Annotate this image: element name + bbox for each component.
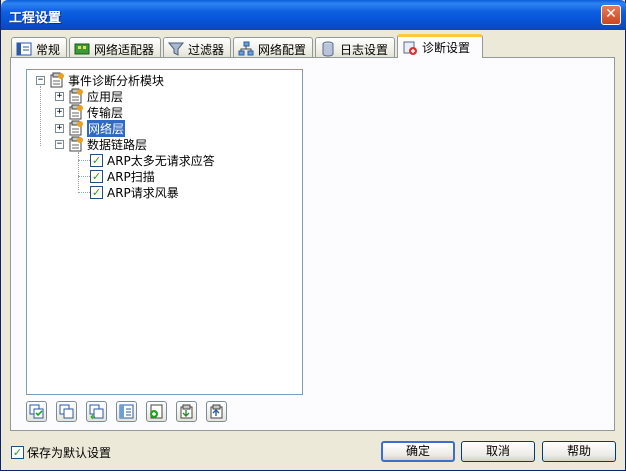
export-button[interactable] bbox=[206, 401, 227, 422]
tree-node-label: 传输层 bbox=[87, 105, 124, 120]
tab-network-adapter-label: 网络适配器 bbox=[94, 42, 155, 57]
tab-general[interactable]: 常规 bbox=[11, 37, 67, 58]
layer-icon bbox=[69, 120, 83, 136]
properties-icon bbox=[119, 404, 134, 419]
tree-leaf-label: ARP太多无请求应答 bbox=[107, 153, 215, 168]
help-button[interactable]: 帮助 bbox=[542, 441, 616, 462]
diagnosis-tree[interactable]: − 事件诊断分析模块 + 应用层 + 传输层 + 网络层 − 数据链路层 ✓ A… bbox=[26, 69, 303, 395]
tab-general-label: 常规 bbox=[36, 42, 61, 57]
tab-log-settings[interactable]: 日志设置 bbox=[315, 37, 395, 58]
close-button[interactable]: ✕ bbox=[601, 5, 621, 25]
add-icon bbox=[150, 404, 163, 419]
diagnosis-settings-panel: − 事件诊断分析模块 + 应用层 + 传输层 + 网络层 − 数据链路层 ✓ A… bbox=[10, 57, 615, 431]
save-as-default-option[interactable]: ✓ 保存为默认设置 bbox=[11, 444, 111, 461]
general-icon bbox=[16, 42, 32, 56]
tree-leaf-arp-storm[interactable]: ✓ ARP请求风暴 bbox=[90, 184, 179, 200]
tab-filter-label: 过滤器 bbox=[188, 42, 225, 57]
tree-connector bbox=[78, 192, 90, 193]
layer-icon bbox=[69, 88, 83, 104]
network-adapter-icon bbox=[74, 43, 90, 55]
tree-node-label: 应用层 bbox=[87, 89, 124, 104]
network-config-icon bbox=[238, 41, 254, 56]
tree-leaf-arp-no-reply[interactable]: ✓ ARP太多无请求应答 bbox=[90, 152, 215, 168]
export-icon bbox=[210, 404, 223, 419]
tree-leaf-arp-scan[interactable]: ✓ ARP扫描 bbox=[90, 168, 155, 184]
tree-node-data-link-layer[interactable]: − 数据链路层 bbox=[55, 136, 147, 152]
rule-checkbox[interactable]: ✓ bbox=[90, 169, 103, 183]
cancel-button[interactable]: 取消 bbox=[461, 441, 535, 462]
layer-icon bbox=[69, 136, 83, 152]
tree-leaf-label: ARP扫描 bbox=[107, 169, 155, 184]
tree-node-label: 数据链路层 bbox=[87, 137, 148, 152]
import-button[interactable] bbox=[176, 401, 197, 422]
tree-node-application-layer[interactable]: + 应用层 bbox=[55, 88, 123, 104]
title-bar[interactable]: 工程设置 ✕ bbox=[1, 0, 626, 30]
log-icon bbox=[322, 41, 334, 57]
check-all-icon bbox=[29, 404, 44, 419]
project-settings-window: 工程设置 ✕ 常规 网络适配器 过滤器 网络配置 日志设置 诊断设置 − 事件诊… bbox=[0, 0, 626, 471]
tree-node-network-layer[interactable]: + 网络层 bbox=[55, 119, 126, 137]
uncheck-all-icon bbox=[59, 404, 74, 419]
check-all-button[interactable] bbox=[26, 401, 47, 422]
window-title: 工程设置 bbox=[9, 11, 62, 26]
tab-network-config-label: 网络配置 bbox=[258, 42, 307, 57]
tree-node-label: 事件诊断分析模块 bbox=[68, 73, 165, 88]
tree-node-root[interactable]: − 事件诊断分析模块 bbox=[36, 72, 164, 88]
properties-button[interactable] bbox=[116, 401, 137, 422]
tree-connector bbox=[40, 86, 41, 146]
save-as-default-checkbox[interactable]: ✓ bbox=[11, 446, 24, 459]
collapse-toggle[interactable]: − bbox=[36, 75, 45, 85]
rule-checkbox[interactable]: ✓ bbox=[90, 185, 103, 199]
add-button[interactable] bbox=[146, 401, 167, 422]
invert-check-button[interactable] bbox=[86, 401, 107, 422]
diagnosis-icon bbox=[403, 41, 417, 55]
tab-filter[interactable]: 过滤器 bbox=[163, 37, 231, 58]
expand-toggle[interactable]: + bbox=[55, 123, 64, 133]
tree-leaf-label: ARP请求风暴 bbox=[107, 185, 179, 200]
ok-button[interactable]: 确定 bbox=[381, 441, 455, 462]
filter-icon bbox=[168, 42, 184, 56]
tree-connector bbox=[78, 152, 79, 190]
tree-connector bbox=[78, 160, 90, 161]
tab-diagnosis-settings-label: 诊断设置 bbox=[422, 41, 471, 55]
uncheck-all-button[interactable] bbox=[56, 401, 77, 422]
save-as-default-label: 保存为默认设置 bbox=[27, 446, 112, 460]
rule-checkbox[interactable]: ✓ bbox=[90, 153, 103, 167]
tree-node-transport-layer[interactable]: + 传输层 bbox=[55, 104, 123, 120]
tab-log-settings-label: 日志设置 bbox=[340, 42, 389, 57]
expand-toggle[interactable]: + bbox=[55, 107, 64, 117]
tab-diagnosis-settings[interactable]: 诊断设置 bbox=[397, 34, 483, 58]
expand-toggle[interactable]: + bbox=[55, 91, 64, 101]
module-icon bbox=[50, 72, 64, 88]
tree-node-label: 网络层 bbox=[87, 119, 126, 137]
invert-check-icon bbox=[89, 404, 104, 420]
tab-network-config[interactable]: 网络配置 bbox=[233, 37, 313, 58]
import-icon bbox=[180, 404, 193, 419]
layer-icon bbox=[69, 104, 83, 120]
tab-network-adapter[interactable]: 网络适配器 bbox=[69, 37, 161, 58]
collapse-toggle[interactable]: − bbox=[55, 139, 64, 149]
tree-connector bbox=[78, 176, 90, 177]
